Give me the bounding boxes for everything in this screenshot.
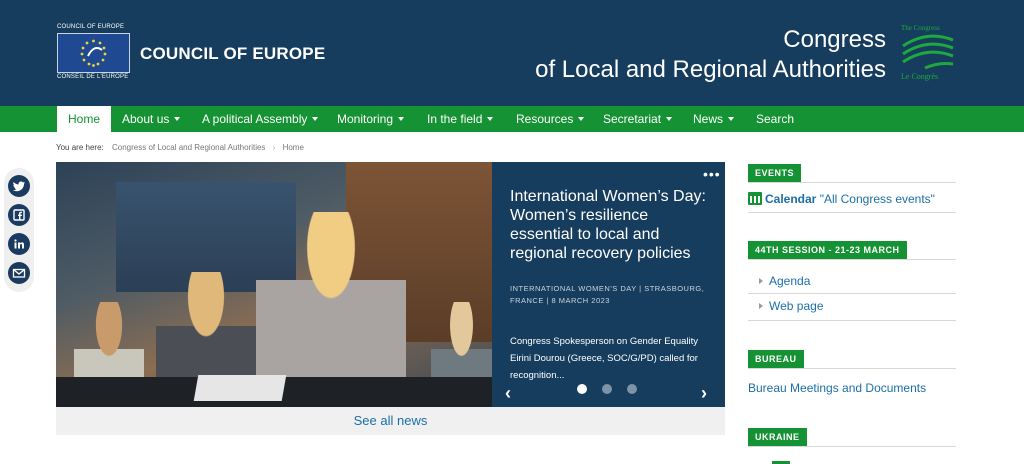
- nav-news-label: News: [693, 112, 724, 126]
- chevron-down-icon: [666, 116, 673, 121]
- nav-monitoring[interactable]: Monitoring: [337, 106, 405, 132]
- chevron-left-icon[interactable]: ‹: [505, 384, 511, 402]
- nav-monitoring-label: Monitoring: [337, 112, 394, 126]
- agenda-label: Agenda: [769, 274, 811, 288]
- breadcrumb-separator-icon: ›: [272, 143, 276, 152]
- nav-secretariat-label: Secretariat: [603, 112, 662, 126]
- breadcrumb-prefix: You are here:: [56, 143, 104, 152]
- facebook-icon[interactable]: [8, 204, 30, 226]
- nav-political-assembly[interactable]: A political Assembly: [202, 106, 319, 132]
- council-of-europe-logo[interactable]: COUNCIL OF EUROPE CONSEIL DE L'EUROPE: [57, 24, 130, 81]
- divider: [748, 368, 956, 369]
- nav-political-assembly-label: A political Assembly: [202, 112, 308, 126]
- chevron-down-icon: [728, 116, 735, 121]
- congress-title-line1[interactable]: Congress: [783, 26, 886, 54]
- divider: [748, 446, 956, 447]
- nav-about-us[interactable]: About us: [122, 106, 181, 132]
- breadcrumb: You are here: Congress of Local and Regi…: [56, 143, 304, 152]
- nav-home[interactable]: Home: [57, 106, 112, 133]
- calendar-icon: [748, 192, 762, 205]
- see-all-news-link[interactable]: See all news: [56, 407, 725, 435]
- caret-right-icon: [759, 277, 763, 284]
- chevron-down-icon: [312, 116, 319, 121]
- coe-logo-top-text: COUNCIL OF EUROPE: [57, 24, 125, 30]
- news-photo[interactable]: [56, 162, 492, 407]
- nav-home-label: Home: [68, 112, 101, 126]
- slide-title[interactable]: International Women’s Day: Women’s resil…: [510, 187, 710, 263]
- nav-in-the-field-label: In the field: [427, 112, 483, 126]
- nav-resources[interactable]: Resources: [516, 106, 585, 132]
- twitter-icon[interactable]: [8, 175, 30, 197]
- events-label: EVENTS: [748, 164, 802, 182]
- congress-logo-bottom-text: Le Congrès: [901, 72, 939, 81]
- chevron-down-icon: [487, 116, 494, 121]
- nav-secretariat[interactable]: Secretariat: [603, 106, 673, 132]
- congress-logo[interactable]: The Congress Le Congrès: [897, 24, 955, 82]
- main-nav: Home About us A political Assembly Monit…: [0, 106, 1024, 133]
- chevron-down-icon: [578, 116, 585, 121]
- divider: [748, 182, 956, 183]
- nav-search[interactable]: Search: [756, 106, 794, 132]
- agenda-link[interactable]: Agenda: [759, 274, 810, 288]
- email-icon[interactable]: [8, 262, 30, 284]
- social-share-bar: [4, 168, 34, 292]
- web-page-link[interactable]: Web page: [759, 299, 824, 313]
- nav-news[interactable]: News: [693, 106, 735, 132]
- coe-flag-icon: [57, 33, 130, 73]
- slide-meta: INTERNATIONAL WOMEN'S DAY | STRASBOURG, …: [510, 284, 705, 305]
- breadcrumb-item-home[interactable]: Home: [283, 143, 304, 152]
- calendar-link[interactable]: Calendar "All Congress events": [748, 192, 935, 206]
- calendar-text: "All Congress events": [819, 192, 935, 206]
- slider-dot-3[interactable]: [627, 384, 637, 394]
- bureau-label: BUREAU: [748, 350, 804, 368]
- web-page-label: Web page: [769, 299, 824, 313]
- congress-title-line2[interactable]: of Local and Regional Authorities: [535, 56, 886, 84]
- divider: [748, 320, 956, 321]
- nav-search-label: Search: [756, 112, 795, 126]
- bureau-meetings-link[interactable]: Bureau Meetings and Documents: [748, 381, 926, 395]
- slide-description: Congress Spokesperson on Gender Equality…: [510, 336, 699, 381]
- divider: [748, 293, 956, 294]
- coe-logo-bottom-text: CONSEIL DE L'EUROPE: [57, 74, 129, 80]
- breadcrumb-item-congress[interactable]: Congress of Local and Regional Authoriti…: [112, 143, 265, 152]
- linkedin-icon[interactable]: [8, 233, 30, 255]
- nav-resources-label: Resources: [516, 112, 574, 126]
- nav-about-us-label: About us: [122, 112, 170, 126]
- divider: [748, 259, 956, 260]
- news-slider: ••• International Women’s Day: Women’s r…: [56, 162, 725, 407]
- divider: [748, 212, 956, 213]
- session-label: 44TH SESSION - 21-23 MARCH: [748, 241, 907, 259]
- more-options-icon[interactable]: •••: [703, 167, 721, 181]
- site-header: COUNCIL OF EUROPE CONSEIL DE L'EUROPE CO…: [0, 0, 1024, 106]
- calendar-bold-label: Calendar: [765, 192, 817, 206]
- ukraine-label: UKRAINE: [748, 428, 807, 446]
- chevron-right-icon[interactable]: ›: [701, 384, 707, 402]
- chevron-down-icon: [398, 116, 405, 121]
- caret-right-icon: [759, 302, 763, 309]
- slider-dot-2[interactable]: [602, 384, 612, 394]
- chevron-down-icon: [174, 116, 181, 121]
- coe-title[interactable]: COUNCIL OF EUROPE: [140, 44, 325, 64]
- slide-caption: International Women’s Day: Women’s resil…: [510, 187, 710, 384]
- slider-dot-1[interactable]: [577, 384, 587, 394]
- nav-in-the-field[interactable]: In the field: [427, 106, 494, 132]
